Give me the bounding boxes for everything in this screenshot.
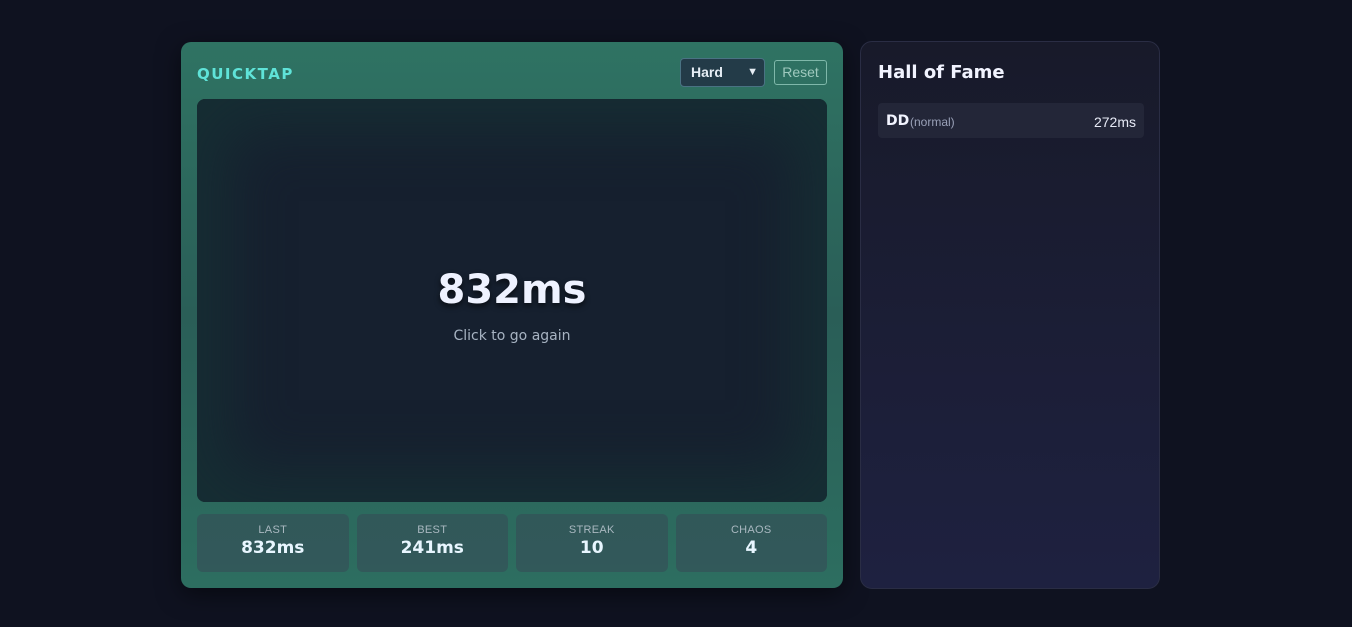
stat-last: LAST 832ms xyxy=(197,514,349,572)
stat-best: BEST 241ms xyxy=(356,514,508,572)
player-name: DD xyxy=(886,113,910,129)
stat-value: 832ms xyxy=(241,538,305,558)
arena-hint: Click to go again xyxy=(453,328,571,344)
tap-arena[interactable]: 832ms Click to go again xyxy=(197,99,827,502)
reaction-time: 832ms xyxy=(437,267,587,313)
difficulty-selected-value: Hard xyxy=(691,64,723,80)
reset-button[interactable]: Reset xyxy=(774,60,827,85)
player-time: 272ms xyxy=(1093,114,1136,130)
stat-value: 10 xyxy=(579,538,604,558)
stat-streak: STREAK 10 xyxy=(516,514,668,572)
stat-chaos: CHAOS 4 xyxy=(675,514,827,572)
hall-of-fame-list: DD (normal) 272ms xyxy=(878,103,1144,138)
stat-value: 241ms xyxy=(400,538,464,558)
game-title: QUICKTAP xyxy=(197,65,294,83)
stat-label: BEST xyxy=(417,524,448,536)
stat-label: CHAOS xyxy=(730,524,772,536)
list-item: DD (normal) 272ms xyxy=(878,103,1144,138)
stat-label: STREAK xyxy=(568,524,615,536)
game-panel: QUICKTAP Hard ▼ Reset 832ms Click to go … xyxy=(181,42,843,588)
player-mode: (normal) xyxy=(910,115,955,129)
chevron-down-icon: ▼ xyxy=(747,66,758,78)
difficulty-select[interactable]: Hard ▼ xyxy=(680,58,765,87)
hall-of-fame-panel: Hall of Fame DD (normal) 272ms xyxy=(860,41,1160,589)
stat-label: LAST xyxy=(258,524,288,536)
stats-bar: LAST 832ms BEST 241ms STREAK 10 CHAOS 4 xyxy=(197,514,827,572)
stat-value: 4 xyxy=(745,538,758,558)
hall-of-fame-title: Hall of Fame xyxy=(878,62,1005,83)
game-header: QUICKTAP Hard ▼ Reset xyxy=(197,58,827,88)
